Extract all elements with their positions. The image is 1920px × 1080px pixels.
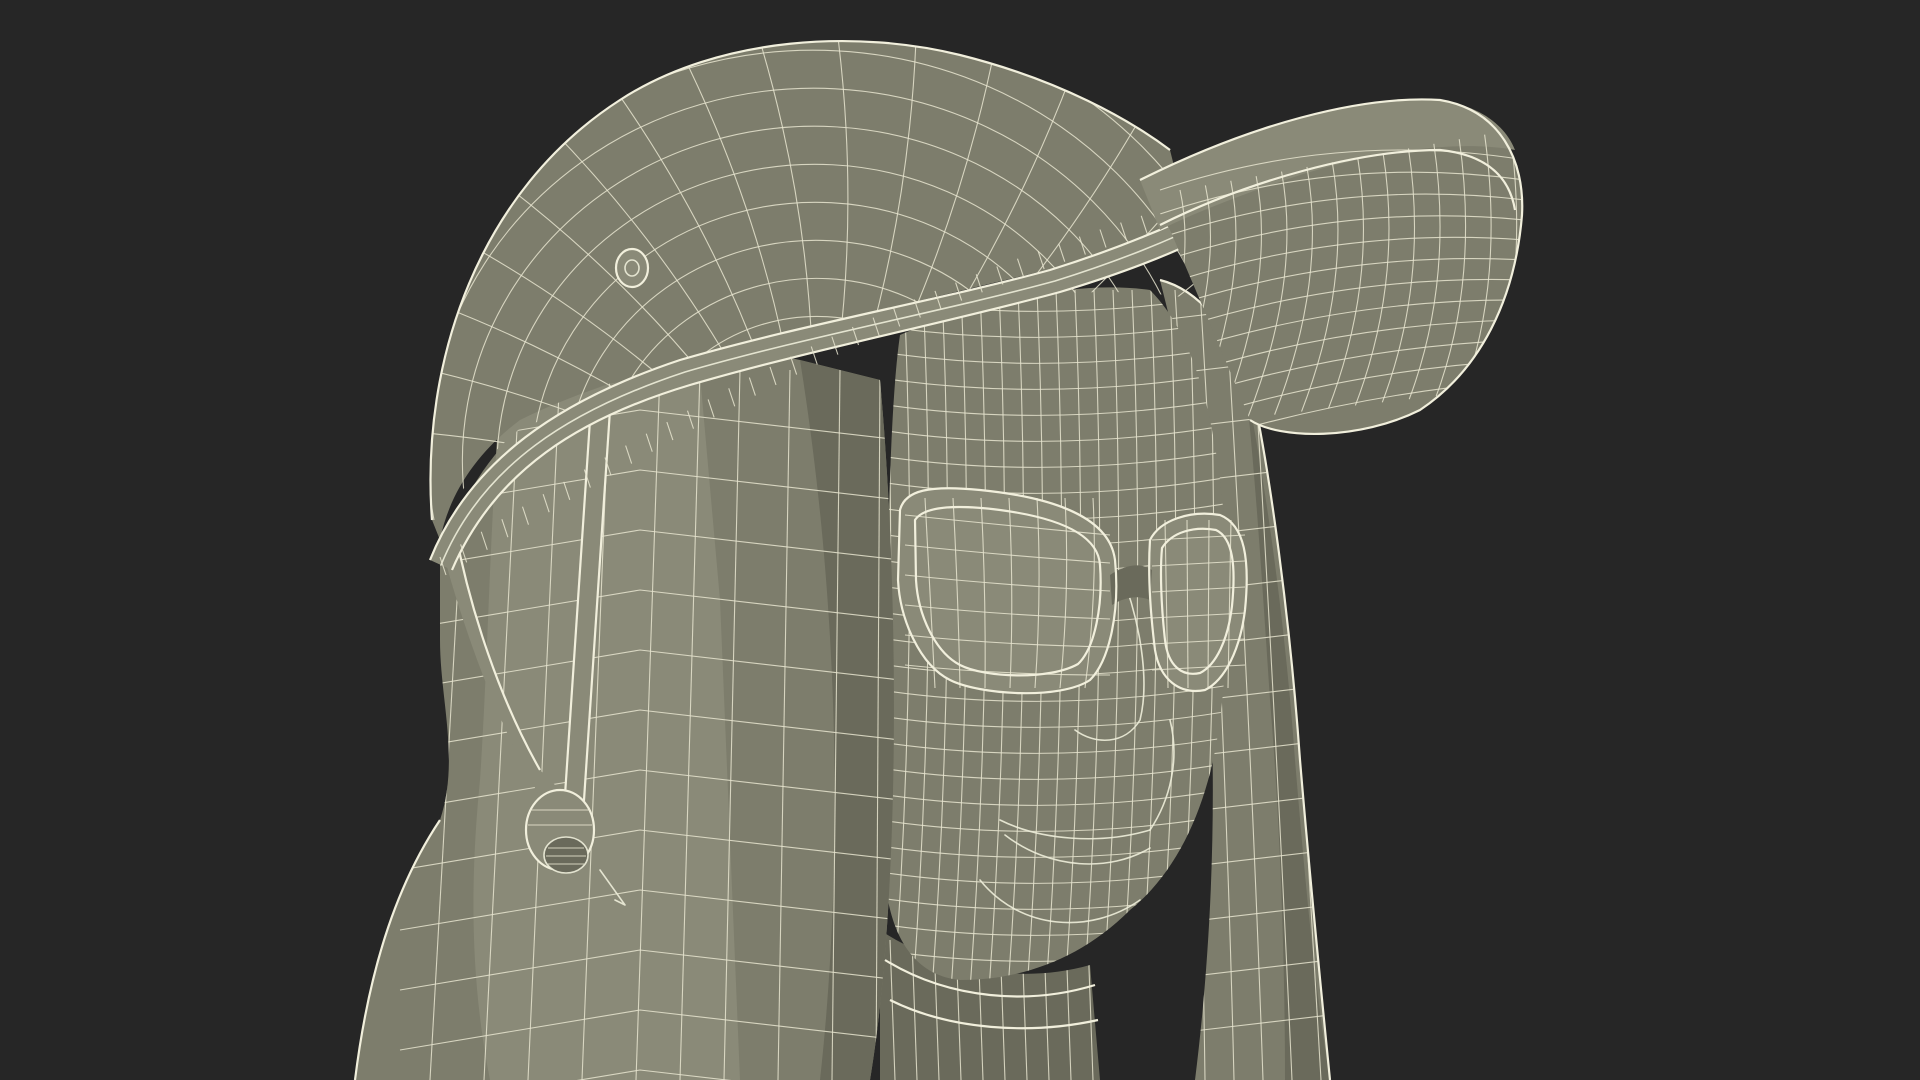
wireframe-render (353, 39, 1524, 1080)
cap-vent-eyelet (614, 247, 650, 289)
render-viewport (0, 0, 1920, 1080)
goggles-mesh (896, 487, 1248, 695)
